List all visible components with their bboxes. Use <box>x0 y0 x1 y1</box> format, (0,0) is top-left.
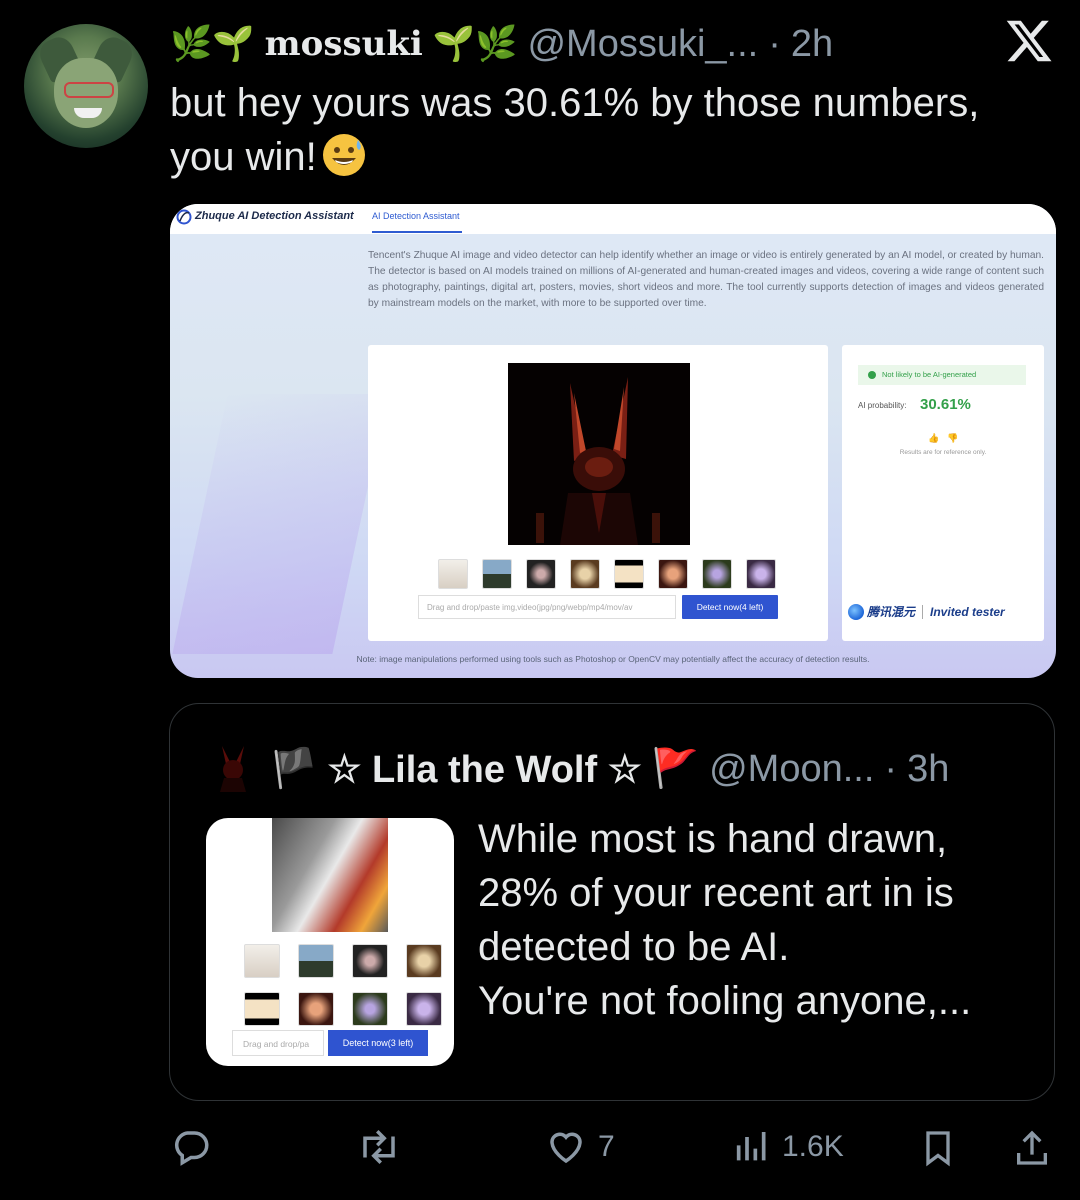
divider <box>922 604 924 619</box>
result-badge-text: Not likely to be AI-generated <box>882 370 977 379</box>
tweet-time[interactable]: 2h <box>791 23 833 66</box>
views-icon <box>736 1132 766 1161</box>
sample-thumbnail <box>298 944 334 978</box>
quoted-display-name[interactable]: ☆ Lila the Wolf ☆ <box>327 747 641 792</box>
views-button[interactable]: 1.6K <box>732 1126 844 1168</box>
sample-thumbnails <box>244 944 442 1026</box>
sample-thumbnails <box>438 559 776 589</box>
probability-label: AI probability: <box>858 401 907 410</box>
result-panel: Not likely to be AI-generated AI probabi… <box>842 345 1044 641</box>
bookmark-icon <box>926 1131 950 1167</box>
quoted-tweet-text: While most is hand drawn, 28% of your re… <box>478 817 972 1023</box>
like-count: 7 <box>598 1130 615 1163</box>
tweet-text: but hey yours was 30.61% by those number… <box>170 76 1050 184</box>
footnote: Note: image manipulations performed usin… <box>356 654 870 664</box>
share-button[interactable] <box>1012 1126 1052 1170</box>
avatar-glasses <box>64 82 114 98</box>
upload-drop-input[interactable]: Drag and drop/paste img,video(jpg/png/we… <box>418 595 676 619</box>
invited-tester-label: Invited tester <box>930 604 1005 619</box>
bookmark-button[interactable] <box>918 1126 958 1170</box>
quoted-tweet-header: 🏴 ☆ Lila the Wolf ☆ 🚩 @Moon... · 3h <box>270 744 949 794</box>
sample-thumbnail <box>244 992 280 1026</box>
tencent-hunyuan-logo-icon <box>848 603 864 620</box>
red-flag-icon: 🚩 <box>651 748 700 790</box>
app-brand: Zhuque AI Detection Assistant <box>195 210 354 222</box>
quoted-time[interactable]: 3h <box>907 748 949 791</box>
reply-button[interactable] <box>170 1126 222 1168</box>
views-count: 1.6K <box>782 1130 844 1163</box>
partner-name: 腾讯混元 <box>867 605 916 619</box>
sample-thumbnail[interactable] <box>438 559 468 589</box>
upload-panel: Drag and drop/paste img,video(jpg/png/we… <box>368 345 828 641</box>
probability-value: 30.61% <box>920 396 971 413</box>
author-handle[interactable]: @Mossuki_... <box>527 23 758 66</box>
quoted-artwork <box>272 818 388 932</box>
partner-logos: 腾讯混元 Invited tester <box>848 603 1005 620</box>
app-topbar: Zhuque AI Detection Assistant AI Detecti… <box>170 204 1056 234</box>
author-avatar[interactable] <box>24 24 148 148</box>
background-decoration <box>172 394 388 654</box>
heart-icon <box>550 1132 582 1164</box>
quoted-tweet[interactable]: 🏴 ☆ Lila the Wolf ☆ 🚩 @Moon... · 3h Drag… <box>169 703 1055 1101</box>
zhuque-logo-icon <box>176 209 192 225</box>
sample-thumbnail <box>406 944 442 978</box>
reference-note: Results are for reference only. <box>899 449 987 456</box>
tweet-text-content: but hey yours was 30.61% by those number… <box>170 81 980 179</box>
check-icon <box>868 371 876 379</box>
detector-screenshot[interactable]: Zhuque AI Detection Assistant AI Detecti… <box>170 204 1056 678</box>
share-icon <box>1017 1130 1047 1165</box>
leaf-sprout-icon: 🌿🌱 <box>170 25 255 63</box>
quoted-handle[interactable]: @Moon... <box>709 748 874 791</box>
detect-now-button: Detect now(3 left) <box>328 1030 428 1056</box>
tweet-action-bar: 7 1.6K <box>0 1118 1080 1178</box>
grinning-sweat-emoji-icon <box>322 134 365 176</box>
sample-thumbnail[interactable] <box>482 559 512 589</box>
quoted-attached-image[interactable]: Drag and drop/pa Detect now(3 left) <box>206 818 454 1066</box>
upload-drop-input: Drag and drop/pa <box>232 1030 324 1056</box>
sample-thumbnail[interactable] <box>746 559 776 589</box>
like-button[interactable]: 7 <box>544 1126 615 1168</box>
sample-thumbnail <box>298 992 334 1026</box>
sample-thumbnail[interactable] <box>526 559 556 589</box>
separator-dot: · <box>884 747 898 790</box>
author-display-name[interactable]: mossuki <box>265 24 423 64</box>
sample-thumbnail <box>352 944 388 978</box>
reply-icon <box>175 1131 209 1166</box>
detector-description: Tencent's Zhuque AI image and video dete… <box>368 250 1044 309</box>
nav-tab-underline <box>372 231 462 233</box>
sample-thumbnail <box>352 992 388 1026</box>
sample-thumbnail[interactable] <box>658 559 688 589</box>
sample-thumbnail <box>244 944 280 978</box>
sample-thumbnail[interactable] <box>614 559 644 589</box>
sample-thumbnail <box>406 992 442 1026</box>
sample-thumbnail[interactable] <box>702 559 732 589</box>
thumbs-feedback-icon[interactable]: 👍👎 <box>928 433 966 444</box>
x-logo-icon[interactable] <box>1004 16 1054 66</box>
uploaded-artwork-preview <box>508 363 690 545</box>
black-flag-icon: 🏴 <box>270 748 318 790</box>
separator-dot: · <box>768 22 781 65</box>
quoted-author-avatar[interactable] <box>216 744 250 792</box>
nav-tab-detection[interactable]: AI Detection Assistant <box>372 211 460 221</box>
sample-thumbnail[interactable] <box>570 559 600 589</box>
tweet-header: 🌿🌱 mossuki 🌱🌿 @Mossuki_... · 2h <box>170 18 833 70</box>
leaf-sprout-icon: 🌱🌿 <box>432 25 518 63</box>
result-badge: Not likely to be AI-generated <box>858 365 1026 385</box>
repost-icon <box>363 1130 395 1164</box>
repost-button[interactable] <box>356 1126 412 1168</box>
detect-now-button[interactable]: Detect now(4 left) <box>682 595 778 619</box>
